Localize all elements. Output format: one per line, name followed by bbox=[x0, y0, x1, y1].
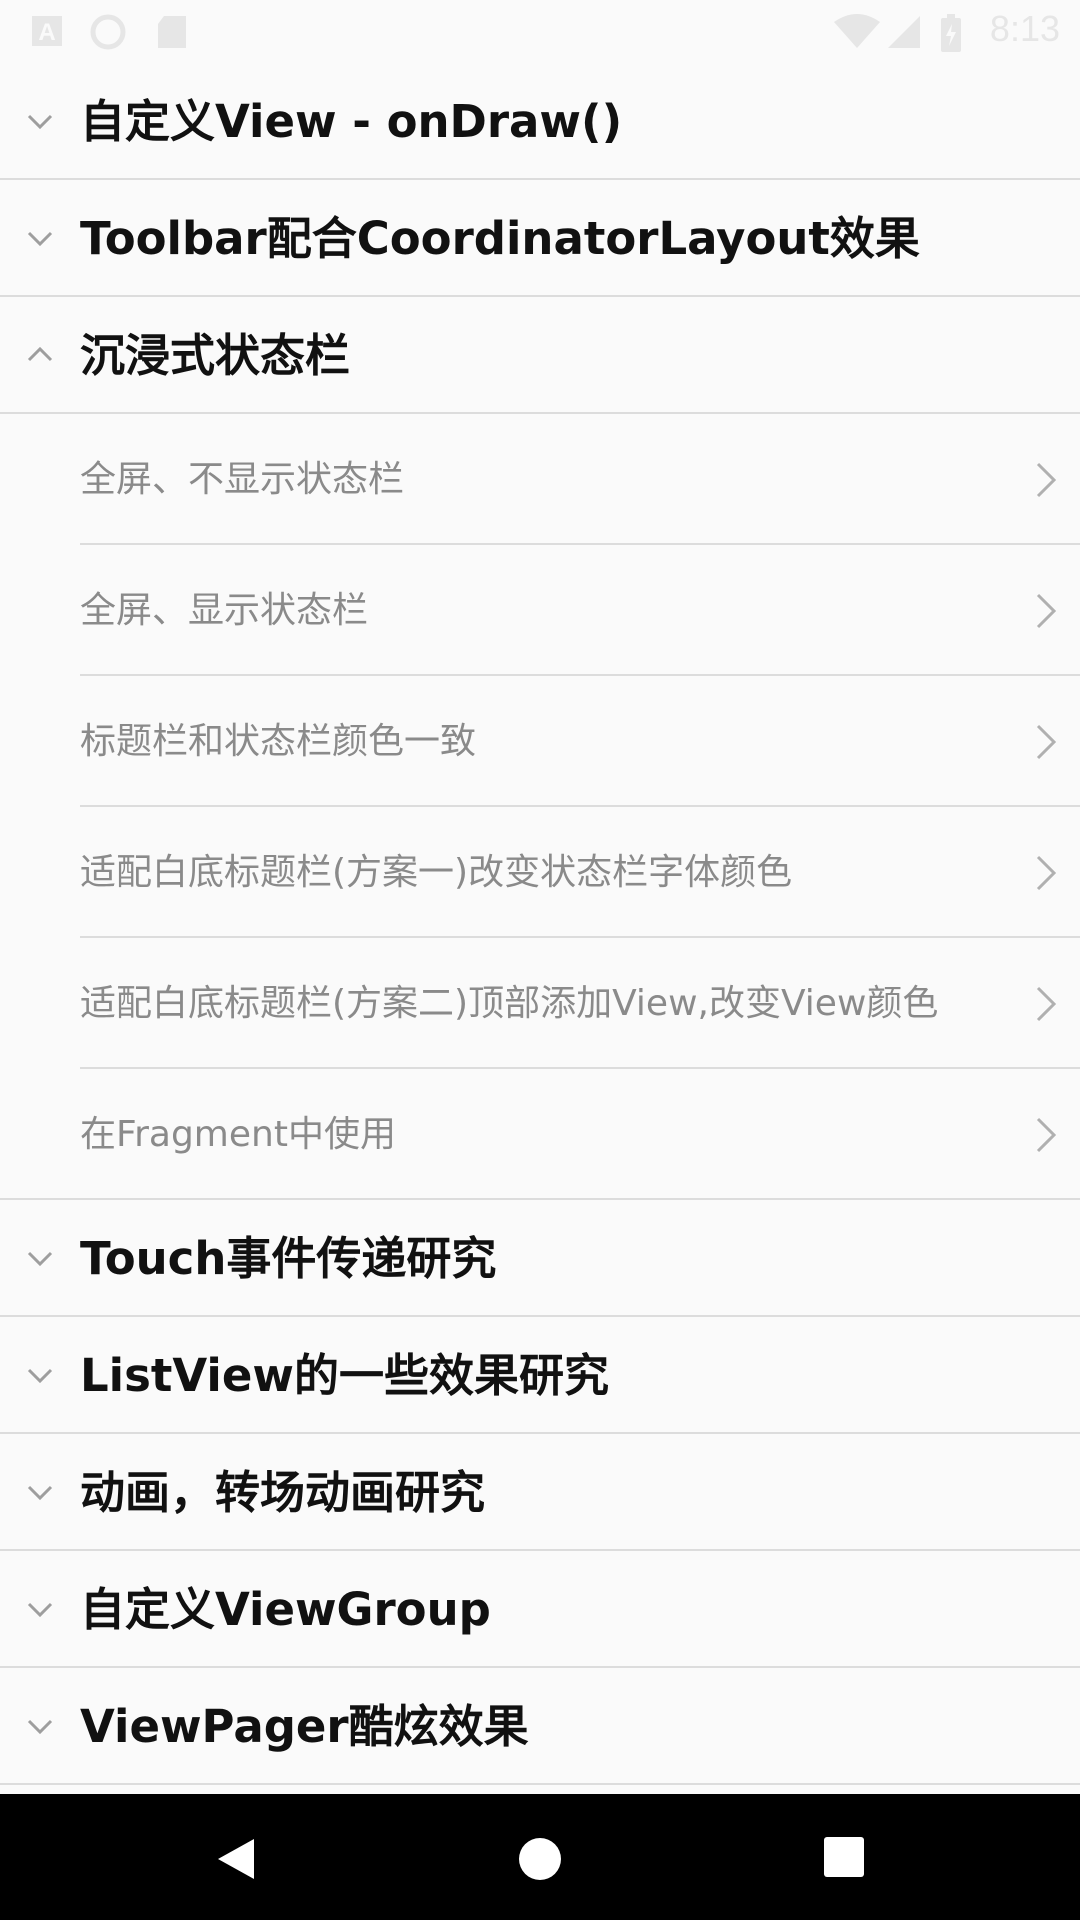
group-header-immersive-status-bar[interactable]: 沉浸式状态栏 bbox=[0, 297, 1080, 414]
chevron-right-icon bbox=[1036, 855, 1057, 890]
home-icon bbox=[519, 1838, 561, 1880]
child-item-use-in-fragment[interactable]: 在Fragment中使用 bbox=[0, 1069, 1080, 1200]
status-time: 8:13 bbox=[989, 8, 1060, 49]
child-item-white-titlebar-plan-2[interactable]: 适配白底标题栏(方案二)顶部添加View,改变View颜色 bbox=[0, 938, 1080, 1069]
chevron-down-icon bbox=[27, 1602, 53, 1617]
svg-text:A: A bbox=[38, 19, 55, 46]
chevron-right-icon bbox=[1036, 724, 1057, 759]
child-item-white-titlebar-plan-1[interactable]: 适配白底标题栏(方案一)改变状态栏字体颜色 bbox=[0, 807, 1080, 938]
group-title: 自定义ViewGroup bbox=[80, 1583, 491, 1636]
group-header-listview-effects[interactable]: ListView的一些效果研究 bbox=[0, 1317, 1080, 1434]
child-item-fullscreen-show-status[interactable]: 全屏、显示状态栏 bbox=[0, 545, 1080, 676]
chevron-right-icon bbox=[1036, 462, 1057, 497]
signal-icon bbox=[886, 14, 922, 54]
chevron-down-icon bbox=[27, 231, 53, 246]
wifi-icon bbox=[832, 14, 882, 54]
group-header-touch-events[interactable]: Touch事件传递研究 bbox=[0, 1200, 1080, 1317]
group-title: ViewPager酷炫效果 bbox=[80, 1700, 529, 1753]
chevron-down-icon bbox=[27, 1368, 53, 1383]
circle-icon bbox=[90, 14, 126, 54]
chevron-down-icon bbox=[27, 1251, 53, 1266]
text-a-icon: A bbox=[30, 14, 64, 52]
navigation-bar bbox=[0, 1794, 1080, 1920]
group-header-animation-transitions[interactable]: 动画，转场动画研究 bbox=[0, 1434, 1080, 1551]
back-button[interactable] bbox=[176, 1794, 296, 1920]
chevron-down-icon bbox=[27, 114, 53, 129]
chevron-up-icon bbox=[27, 346, 53, 361]
chevron-right-icon bbox=[1036, 986, 1057, 1021]
recents-icon bbox=[824, 1837, 864, 1877]
group-header-viewpager-effects[interactable]: ViewPager酷炫效果 bbox=[0, 1668, 1080, 1785]
status-bar: A 8:13 bbox=[0, 0, 1080, 63]
child-item-label: 全屏、不显示状态栏 bbox=[80, 459, 405, 500]
group-title: Toolbar配合CoordinatorLayout效果 bbox=[80, 212, 920, 265]
group-title: 动画，转场动画研究 bbox=[80, 1466, 486, 1519]
child-item-label: 标题栏和状态栏颜色一致 bbox=[80, 721, 477, 762]
group-header-toolbar-coordinator[interactable]: Toolbar配合CoordinatorLayout效果 bbox=[0, 180, 1080, 297]
child-item-label: 适配白底标题栏(方案一)改变状态栏字体颜色 bbox=[80, 852, 793, 893]
chevron-right-icon bbox=[1036, 593, 1057, 628]
group-title: 沉浸式状态栏 bbox=[80, 329, 351, 382]
battery-charging-icon bbox=[940, 14, 962, 56]
group-title: Touch事件传递研究 bbox=[80, 1232, 497, 1285]
home-button[interactable] bbox=[480, 1794, 600, 1920]
back-icon bbox=[218, 1839, 254, 1879]
child-item-label: 适配白底标题栏(方案二)顶部添加View,改变View颜色 bbox=[80, 983, 939, 1024]
group-header-custom-view-ondraw[interactable]: 自定义View - onDraw() bbox=[0, 63, 1080, 180]
group-title: ListView的一些效果研究 bbox=[80, 1349, 609, 1402]
chevron-right-icon bbox=[1036, 1117, 1057, 1152]
chevron-down-icon bbox=[27, 1485, 53, 1500]
child-item-titlebar-same-color[interactable]: 标题栏和状态栏颜色一致 bbox=[0, 676, 1080, 807]
child-item-fullscreen-hide-status[interactable]: 全屏、不显示状态栏 bbox=[0, 414, 1080, 545]
sd-card-icon bbox=[156, 14, 188, 54]
recents-button[interactable] bbox=[784, 1794, 904, 1920]
group-header-custom-viewgroup[interactable]: 自定义ViewGroup bbox=[0, 1551, 1080, 1668]
child-item-label: 在Fragment中使用 bbox=[80, 1114, 396, 1155]
group-title: 自定义View - onDraw() bbox=[80, 95, 623, 148]
child-item-label: 全屏、显示状态栏 bbox=[80, 590, 369, 631]
expandable-list: 自定义View - onDraw() Toolbar配合CoordinatorL… bbox=[0, 63, 1080, 1785]
app-screen: A 8:13 自定义View - onDraw() Toolbar配合Coord… bbox=[0, 0, 1080, 1920]
chevron-down-icon bbox=[27, 1719, 53, 1734]
